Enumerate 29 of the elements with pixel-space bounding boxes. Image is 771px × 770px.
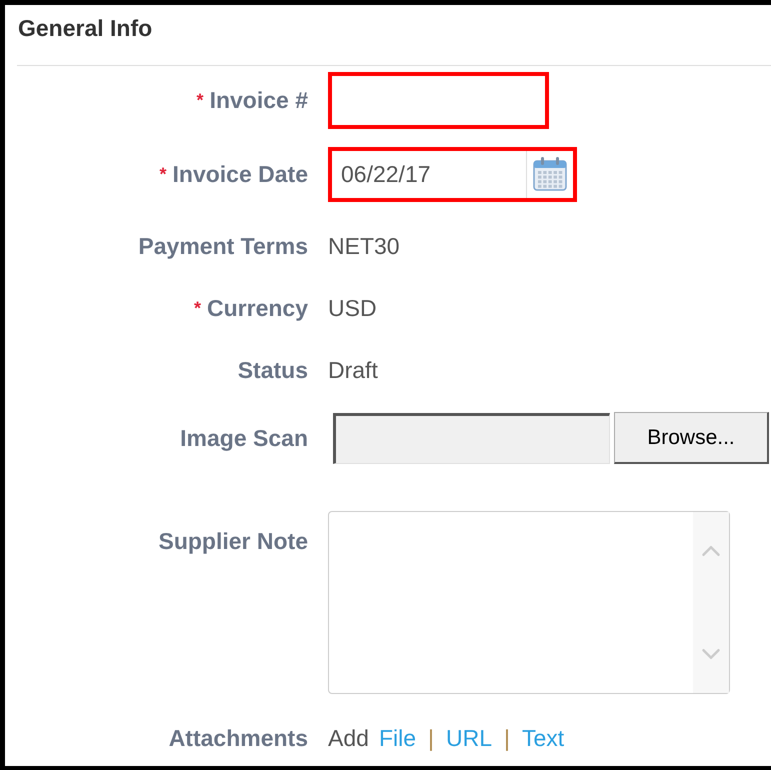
field-label: Payment Terms [138, 232, 308, 261]
browse-button[interactable]: Browse... [614, 412, 769, 464]
field-value: Draft [328, 356, 378, 385]
required-mark: * [196, 88, 204, 112]
required-mark: * [159, 162, 166, 186]
date-value: 06/22/17 [340, 160, 432, 189]
supplier-note-field[interactable] [328, 511, 730, 694]
attachment-link[interactable]: File [378, 720, 416, 756]
field-label: Invoice Date [172, 160, 308, 189]
field-label: Currency [207, 294, 308, 323]
field-label: Attachments [168, 724, 308, 753]
date-field[interactable]: 06/22/17 [328, 146, 577, 202]
field-label: Supplier Note [158, 527, 308, 556]
field-label: Status [238, 356, 308, 385]
calendar-icon[interactable] [532, 156, 568, 192]
field-value: NET30 [328, 232, 400, 261]
field-label: Image Scan [180, 424, 308, 453]
link-separator: | [504, 724, 510, 753]
link-separator: | [428, 724, 434, 753]
field-label: Invoice # [210, 86, 308, 115]
file-path-field[interactable] [333, 412, 610, 464]
invoice-number-field[interactable] [328, 72, 549, 128]
scrollbar[interactable] [693, 512, 729, 693]
required-mark: * [194, 296, 202, 320]
attachment-link[interactable]: URL [446, 720, 492, 756]
attachment-link[interactable]: Text [522, 720, 564, 756]
section-title: General Info [18, 14, 152, 43]
field-value: USD [328, 294, 377, 323]
add-label: Add [328, 724, 369, 753]
